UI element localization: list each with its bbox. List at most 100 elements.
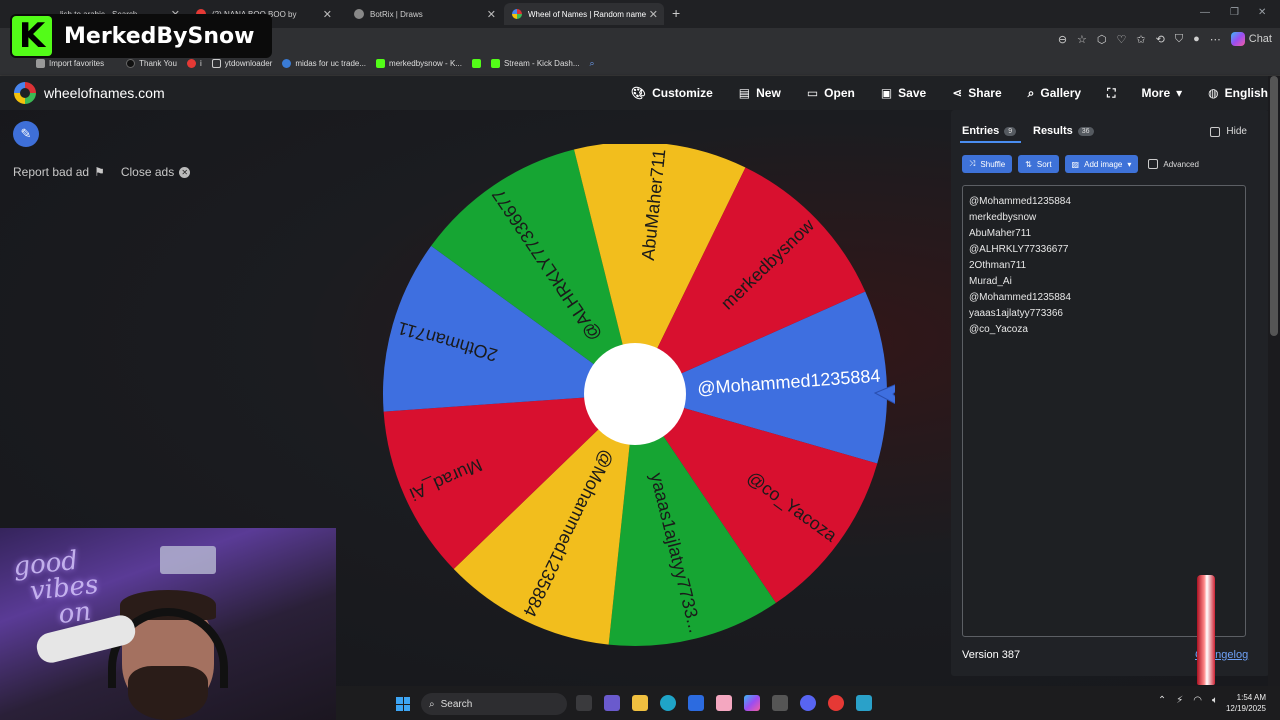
notepad-icon[interactable] bbox=[856, 695, 872, 711]
streamer-brand-overlay: K MerkedBySnow bbox=[10, 14, 272, 58]
tab-entries[interactable]: Entries 9 bbox=[962, 125, 1017, 137]
store-icon[interactable] bbox=[688, 695, 704, 711]
share-button[interactable]: ⋖ Share bbox=[952, 86, 1001, 100]
site-nav: 🎨︎ Customize ▤ New ▭ Open ▣ Save ⋖ Share ⌕ Gal… bbox=[631, 76, 1280, 110]
bookmark-ytdownloader[interactable]: ytdownloader bbox=[211, 59, 272, 68]
more-button[interactable]: More ▾ bbox=[1141, 86, 1182, 100]
close-icon[interactable]: ✕ bbox=[323, 8, 332, 21]
chevron-down-icon: ▾ bbox=[1127, 159, 1132, 169]
shield-icon[interactable]: ⛉ bbox=[1175, 33, 1183, 46]
wheel[interactable]: @Mohammed1235884 @co_Yacoza yaaas1ajlatyy7… bbox=[375, 141, 910, 664]
entry-line: AbuMaher711 bbox=[969, 228, 1032, 239]
chevron-up-icon[interactable]: ⌃ bbox=[1158, 695, 1166, 706]
ad-links: Report bad ad ⚑ Close ads ✕ bbox=[13, 165, 191, 179]
performance-icon[interactable]: ♡ bbox=[1117, 33, 1127, 46]
new-button[interactable]: ▤ New bbox=[739, 86, 781, 100]
fullscreen-button[interactable]: ⛶ bbox=[1107, 86, 1115, 101]
wifi-icon[interactable]: ◠ bbox=[1193, 695, 1202, 706]
gallery-button[interactable]: ⌕ Gallery bbox=[1028, 86, 1081, 101]
save-button[interactable]: ▣ Save bbox=[881, 86, 926, 100]
entry-line: @ALHRKLY77336677 bbox=[969, 244, 1069, 255]
webcam-overlay: good vibes on bbox=[0, 528, 336, 720]
customize-button[interactable]: 🎨︎ Customize bbox=[631, 86, 713, 100]
chat-button[interactable]: Chat bbox=[1230, 32, 1272, 46]
chevron-down-icon: ▾ bbox=[1176, 86, 1183, 100]
bookmark-search[interactable]: ⌕ bbox=[590, 58, 595, 69]
wheel-center-hub[interactable] bbox=[584, 343, 686, 445]
close-icon[interactable]: ✕ bbox=[487, 8, 496, 21]
favorites-icon[interactable]: ✩ bbox=[1136, 33, 1145, 46]
reader-icon[interactable]: ⊖ bbox=[1058, 33, 1067, 46]
kick-icon bbox=[490, 59, 500, 68]
windows-start-icon[interactable] bbox=[396, 697, 410, 711]
file-explorer-icon[interactable] bbox=[632, 695, 648, 711]
volume-icon[interactable]: 🔈︎ bbox=[1212, 695, 1218, 706]
close-ads-label: Close ads bbox=[120, 165, 175, 179]
active-tab-indicator bbox=[960, 141, 1021, 143]
app-icon[interactable] bbox=[772, 695, 788, 711]
taskbar-search[interactable]: ⌕ Search bbox=[421, 693, 567, 715]
app-icon[interactable] bbox=[828, 695, 844, 711]
favicon-icon bbox=[512, 9, 522, 19]
open-button[interactable]: ▭ Open bbox=[807, 86, 855, 100]
extensions-icon[interactable]: ⬡ bbox=[1097, 33, 1107, 46]
bookmark-label: Stream - Kick Dash... bbox=[503, 59, 580, 68]
system-tray: ⌃ ⚡︎ ◠ 🔈︎ bbox=[1158, 695, 1218, 706]
tab-wheel-of-names[interactable]: Wheel of Names | Random name ✕ bbox=[504, 3, 664, 25]
bookmark-label: merkedbysnow - K... bbox=[389, 59, 462, 68]
shuffle-button[interactable]: ⤨ Shuffle bbox=[962, 155, 1013, 173]
minimize-icon[interactable]: — bbox=[1200, 7, 1210, 18]
report-bad-ad-link[interactable]: Report bad ad ⚑ bbox=[13, 165, 105, 179]
search-label: Search bbox=[440, 698, 473, 710]
teams-icon[interactable] bbox=[604, 695, 620, 711]
copilot-icon bbox=[1230, 32, 1245, 46]
scroll-thumb[interactable] bbox=[1270, 76, 1278, 336]
checkbox-icon[interactable] bbox=[1148, 159, 1159, 169]
profile-avatar-icon[interactable]: ● bbox=[1193, 33, 1200, 45]
page-scrollbar[interactable] bbox=[1268, 76, 1280, 686]
task-view-icon[interactable] bbox=[576, 695, 592, 711]
advanced-checkbox[interactable]: Advanced bbox=[1148, 159, 1199, 169]
new-file-icon: ▤ bbox=[738, 86, 751, 100]
hide-checkbox[interactable]: Hide bbox=[1210, 126, 1247, 137]
entries-textarea[interactable]: @Mohammed1235884 merkedbysnow AbuMaher71… bbox=[962, 185, 1246, 637]
checkbox-icon[interactable] bbox=[1210, 126, 1221, 137]
edge-icon[interactable] bbox=[660, 695, 676, 711]
tab-results[interactable]: Results 36 bbox=[1033, 125, 1094, 137]
tab-botrix[interactable]: BotRix | Draws ✕ bbox=[346, 3, 502, 25]
bookmark-thank-you[interactable]: Thank You bbox=[126, 59, 177, 68]
clock[interactable]: 1:54 AM 12/19/2025 bbox=[1226, 692, 1266, 714]
entries-panel: Entries 9 Results 36 Hide ⤨ Shuffle ⇅ Sort ▨… bbox=[951, 110, 1269, 685]
nav-label: New bbox=[756, 86, 781, 100]
more-menu-icon[interactable]: ⋯ bbox=[1210, 33, 1221, 46]
wheel-svg[interactable]: @Mohammed1235884@co_Yacozayaaas1ajlatyy7… bbox=[375, 141, 910, 664]
site-name[interactable]: wheelofnames.com bbox=[44, 85, 165, 101]
pen-overlay bbox=[1197, 575, 1215, 685]
bookmark-midas[interactable]: midas for uc trade... bbox=[282, 59, 366, 68]
close-ads-link[interactable]: Close ads ✕ bbox=[120, 165, 191, 179]
close-icon[interactable]: ✕ bbox=[649, 8, 658, 21]
add-image-button[interactable]: ▨ Add image ▾ bbox=[1064, 155, 1139, 173]
network-icon[interactable]: ⚡︎ bbox=[1176, 695, 1183, 706]
entry-line: @co_Yacoza bbox=[969, 324, 1028, 335]
bookmark-kick[interactable] bbox=[471, 59, 481, 68]
bookmark-import[interactable]: Import favorites bbox=[36, 59, 104, 68]
bookmark-label: midas for uc trade... bbox=[295, 59, 367, 68]
discord-icon[interactable] bbox=[800, 695, 816, 711]
language-button[interactable]: ◍ English bbox=[1208, 86, 1268, 100]
bookmark-stream[interactable]: Stream - Kick Dash... bbox=[490, 59, 580, 68]
bookmark-merkedbysnow[interactable]: merkedbysnow - K... bbox=[376, 59, 462, 68]
window-close-icon[interactable]: ✕ bbox=[1258, 7, 1266, 18]
entry-line: Murad_Ai bbox=[969, 276, 1012, 287]
history-icon[interactable]: ⟲ bbox=[1156, 33, 1165, 46]
copilot-icon[interactable] bbox=[744, 695, 760, 711]
maximize-icon[interactable]: ❐ bbox=[1230, 7, 1239, 18]
app-icon[interactable] bbox=[716, 695, 732, 711]
wheel-logo-icon[interactable] bbox=[14, 82, 36, 104]
bookmark-i[interactable]: i bbox=[186, 59, 202, 68]
new-tab-icon[interactable]: + bbox=[672, 5, 680, 21]
sort-button[interactable]: ⇅ Sort bbox=[1018, 155, 1059, 173]
favorite-star-icon[interactable]: ☆ bbox=[1077, 33, 1087, 46]
edit-pencil-button[interactable]: ✎ bbox=[13, 121, 39, 147]
fullscreen-icon: ⛶ bbox=[1107, 85, 1116, 100]
